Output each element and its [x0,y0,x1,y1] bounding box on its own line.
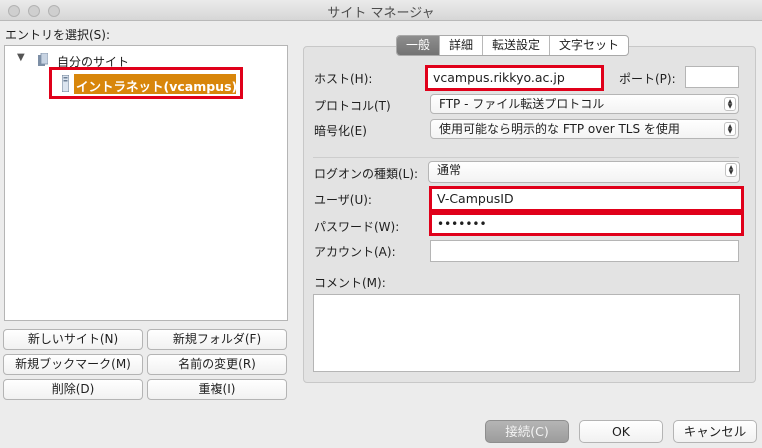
account-field[interactable] [430,240,739,262]
title-bar: サイト マネージャ [0,0,762,21]
port-label: ポート(P): [619,72,676,86]
server-folder-icon [38,53,48,66]
protocol-select-value: FTP - ファイル転送プロトコル [439,97,605,111]
logon-type-value: 通常 [437,163,462,177]
separator [313,157,739,158]
password-label: パスワード(W): [314,220,400,234]
new-folder-button[interactable]: 新規フォルダ(F) [147,329,287,350]
new-site-button[interactable]: 新しいサイト(N) [3,329,143,350]
highlighted-site-entry[interactable]: イントラネット(vcampus) [49,67,243,99]
account-label: アカウント(A): [314,245,396,259]
encryption-select-value: 使用可能なら明示的な FTP over TLS を使用 [439,122,680,136]
tree-site-intranet[interactable]: イントラネット(vcampus) [74,74,237,94]
window-title: サイト マネージャ [327,6,435,21]
host-label: ホスト(H): [314,72,373,86]
password-field[interactable]: ••••••• [429,212,744,236]
entry-select-label: エントリを選択(S): [5,28,111,42]
cancel-button[interactable]: キャンセル [673,420,757,443]
protocol-label: プロトコル(T) [314,99,391,113]
user-label: ユーザ(U): [314,193,372,207]
select-stepper-icon: ▲ ▼ [724,122,736,136]
ok-button[interactable]: OK [579,420,663,443]
disclosure-triangle-icon[interactable]: ▼ [17,52,25,63]
select-stepper-icon: ▲ ▼ [724,97,736,111]
comment-textarea[interactable] [313,294,740,372]
select-stepper-icon: ▲ ▼ [725,163,737,177]
tab-general[interactable]: 一般 [397,36,441,55]
settings-tabs: 一般 詳細 転送設定 文字セット [396,35,630,56]
user-field[interactable]: V-CampusID [429,186,744,212]
encryption-label: 暗号化(E) [314,124,367,138]
connect-button[interactable]: 接続(C) [485,420,569,443]
delete-button[interactable]: 削除(D) [3,379,143,400]
port-field[interactable] [685,66,739,88]
site-tree[interactable]: ▼ 自分のサイト イントラネット(vcampus) [4,45,288,321]
host-field[interactable]: vcampus.rikkyo.ac.jp [425,65,604,91]
comment-label: コメント(M): [314,276,386,290]
server-icon [62,75,69,92]
tab-charset[interactable]: 文字セット [550,36,628,55]
protocol-select[interactable]: FTP - ファイル転送プロトコル ▲ ▼ [430,94,739,114]
duplicate-button[interactable]: 重複(I) [147,379,287,400]
new-bookmark-button[interactable]: 新規ブックマーク(M) [3,354,143,375]
encryption-select[interactable]: 使用可能なら明示的な FTP over TLS を使用 ▲ ▼ [430,119,739,139]
logon-type-label: ログオンの種類(L): [314,167,419,181]
logon-type-select[interactable]: 通常 ▲ ▼ [428,161,740,183]
tab-advanced[interactable]: 詳細 [440,36,484,55]
tab-transfer-settings[interactable]: 転送設定 [483,36,551,55]
rename-button[interactable]: 名前の変更(R) [147,354,287,375]
